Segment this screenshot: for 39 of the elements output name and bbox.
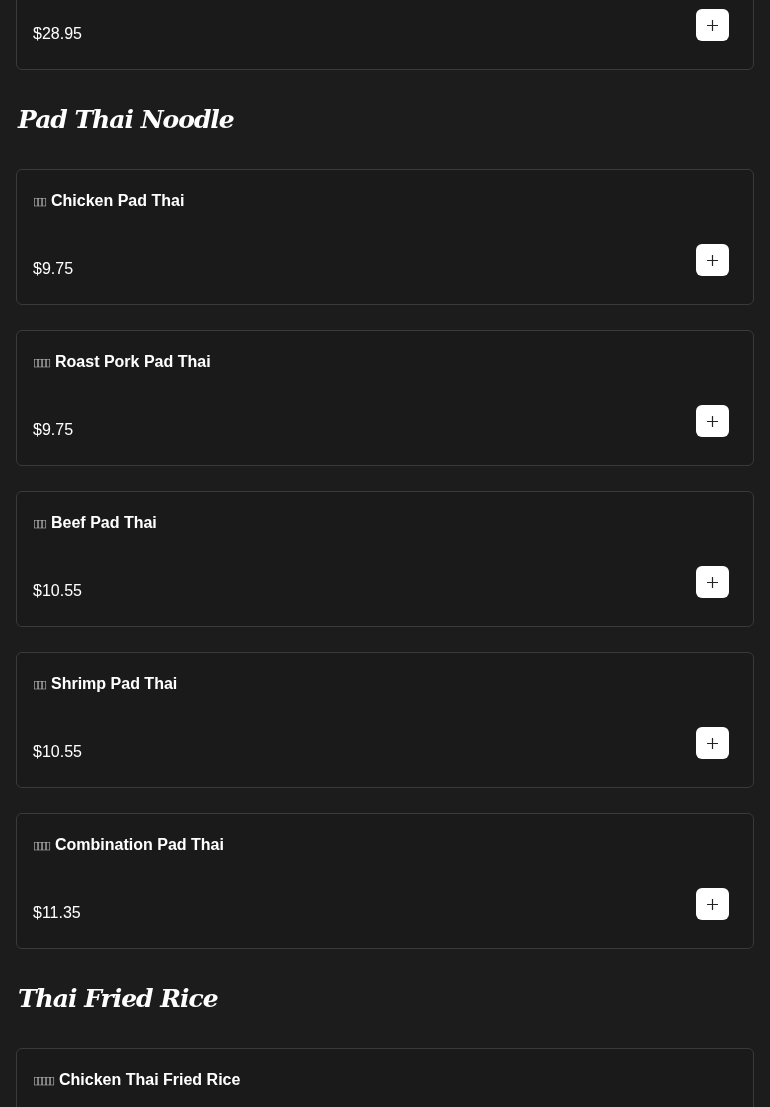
plus-icon (707, 576, 718, 588)
plus-icon (707, 19, 718, 31)
item-price: $10.55 (33, 581, 82, 601)
menu-item-card[interactable]: ▯▯▯ Chicken Pad Thai $9.75 (16, 169, 754, 305)
menu-item-card[interactable]: ▯▯▯▯▯ Chicken Thai Fried Rice (16, 1048, 754, 1107)
missing-glyphs: ▯▯▯ (33, 515, 47, 531)
item-price: $9.75 (33, 259, 74, 279)
item-name: Chicken Thai Fried Rice (59, 1070, 241, 1090)
item-price: $10.55 (33, 742, 82, 762)
item-price: $28.95 (33, 24, 82, 44)
item-name: Shrimp Pad Thai (51, 674, 178, 694)
add-button[interactable] (696, 727, 729, 759)
plus-icon (707, 737, 718, 749)
missing-glyphs: ▯▯▯▯▯ (33, 1072, 55, 1088)
plus-icon (707, 415, 718, 427)
item-price: $9.75 (33, 420, 74, 440)
section-heading: Pad Thai Noodle (16, 103, 234, 136)
missing-glyphs: ▯▯▯ (33, 193, 47, 209)
add-button[interactable] (696, 566, 729, 598)
menu-item-card[interactable]: $28.95 (16, 0, 754, 70)
item-name: Chicken Pad Thai (51, 191, 185, 211)
plus-icon (707, 254, 718, 266)
menu-item-card[interactable]: ▯▯▯▯ Roast Pork Pad Thai $9.75 (16, 330, 754, 466)
menu-item-card[interactable]: ▯▯▯ Shrimp Pad Thai $10.55 (16, 652, 754, 788)
add-button[interactable] (696, 405, 729, 437)
item-price: $11.35 (33, 903, 81, 923)
item-name: Combination Pad Thai (55, 835, 224, 855)
add-button[interactable] (696, 9, 729, 41)
missing-glyphs: ▯▯▯▯ (33, 354, 51, 370)
menu-item-card[interactable]: ▯▯▯▯ Combination Pad Thai $11.35 (16, 813, 754, 949)
missing-glyphs: ▯▯▯ (33, 676, 47, 692)
menu-item-card[interactable]: ▯▯▯ Beef Pad Thai $10.55 (16, 491, 754, 627)
add-button[interactable] (696, 888, 729, 920)
plus-icon (707, 898, 718, 910)
missing-glyphs: ▯▯▯▯ (33, 837, 51, 853)
add-button[interactable] (696, 244, 729, 276)
item-name: Beef Pad Thai (51, 513, 157, 533)
item-name: Roast Pork Pad Thai (55, 352, 211, 372)
section-heading: Thai Fried Rice (17, 982, 218, 1015)
